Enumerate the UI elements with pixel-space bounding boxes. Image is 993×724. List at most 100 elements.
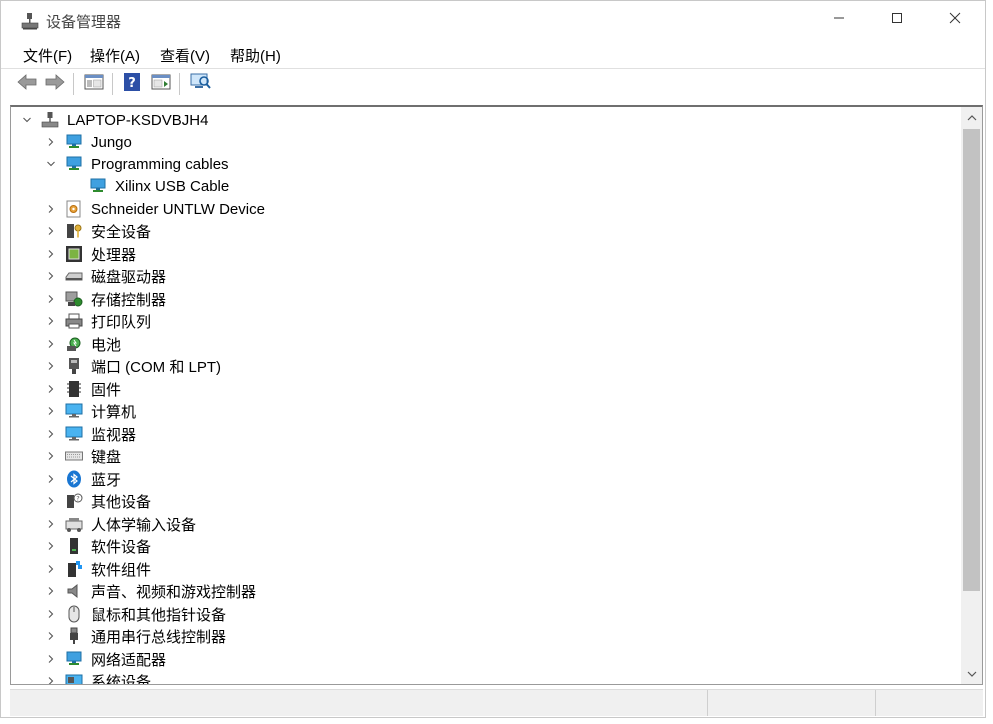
tree-item[interactable]: 安全设备 (11, 220, 951, 242)
chevron-right-icon[interactable] (45, 338, 57, 350)
chevron-right-icon[interactable] (45, 653, 57, 665)
chevron-right-icon[interactable] (45, 293, 57, 305)
chevron-right-icon[interactable] (45, 270, 57, 282)
chevron-right-icon[interactable] (45, 585, 57, 597)
menu-bar: 文件(F) 操作(A) 查看(V) 帮助(H) (1, 41, 985, 67)
help-button[interactable]: ? (120, 72, 144, 96)
firmware-chip-icon (65, 380, 83, 398)
properties-button[interactable] (149, 72, 173, 96)
tree-item[interactable]: 软件组件 (11, 558, 951, 580)
tree-item[interactable]: 系统设备 (11, 670, 951, 685)
tree-item[interactable]: 键盘 (11, 445, 951, 467)
tree-item-label: 人体学输入设备 (91, 516, 197, 534)
close-button[interactable] (926, 1, 984, 39)
title-bar[interactable]: 设备管理器 (1, 1, 985, 39)
tree-item[interactable]: 计算机 (11, 400, 951, 422)
tree-item[interactable]: Jungo (11, 131, 951, 153)
chevron-right-icon[interactable] (45, 473, 57, 485)
chevron-right-icon[interactable] (45, 248, 57, 260)
tree-item[interactable]: 打印队列 (11, 310, 951, 332)
tree-item[interactable]: Programming cables (11, 153, 951, 175)
tree-item-label: 固件 (91, 381, 122, 399)
menu-view[interactable]: 查看(V) (160, 45, 210, 66)
tree-item[interactable]: 磁盘驱动器 (11, 265, 951, 287)
scrollbar-thumb[interactable] (963, 129, 980, 591)
tree-item[interactable]: 人体学输入设备 (11, 513, 951, 535)
chevron-down-icon (967, 665, 977, 683)
menu-help[interactable]: 帮助(H) (230, 45, 281, 66)
tree-item[interactable]: 监视器 (11, 423, 951, 445)
device-manager-window: 设备管理器 文件(F) 操作(A) 查看(V) 帮助(H) ? LAPTOP-K… (0, 0, 986, 718)
computer-monitor-icon (65, 402, 83, 420)
window-title: 设备管理器 (46, 14, 122, 31)
tree-item-label: 蓝牙 (91, 471, 122, 489)
tree-item-label: 鼠标和其他指针设备 (91, 606, 227, 624)
tree-item-label: 软件组件 (91, 561, 152, 579)
menu-file[interactable]: 文件(F) (23, 45, 72, 66)
hid-device-icon (65, 515, 83, 533)
chevron-right-icon[interactable] (45, 136, 57, 148)
tree-item[interactable]: Schneider UNTLW Device (11, 198, 951, 220)
tree-item[interactable]: 蓝牙 (11, 468, 951, 490)
chevron-right-icon[interactable] (45, 405, 57, 417)
maximize-button[interactable] (868, 1, 926, 39)
tree-item[interactable]: Xilinx USB Cable (11, 175, 951, 197)
chevron-right-icon[interactable] (45, 203, 57, 215)
forward-button[interactable] (43, 72, 67, 96)
chevron-right-icon[interactable] (45, 675, 57, 684)
tree-item-label: 电池 (91, 336, 122, 354)
scan-hardware-button[interactable] (189, 72, 213, 96)
chevron-down-icon[interactable] (45, 158, 57, 170)
tree-item[interactable]: 声音、视频和游戏控制器 (11, 580, 951, 602)
chevron-up-icon (967, 109, 977, 127)
storage-controller-icon (65, 290, 83, 308)
chevron-right-icon[interactable] (45, 563, 57, 575)
tree-item-label: Schneider UNTLW Device (91, 200, 265, 218)
maximize-icon (891, 11, 903, 29)
tree-item[interactable]: ? 其他设备 (11, 490, 951, 512)
battery-icon (65, 335, 83, 353)
chevron-down-icon[interactable] (21, 114, 33, 126)
scroll-down-button[interactable] (961, 663, 982, 684)
chevron-right-icon[interactable] (45, 450, 57, 462)
tree-item[interactable]: 电池 (11, 333, 951, 355)
toolbar: ? (1, 68, 985, 99)
chevron-right-icon[interactable] (45, 540, 57, 552)
tree-item[interactable]: 网络适配器 (11, 648, 951, 670)
chevron-right-icon[interactable] (45, 518, 57, 530)
tree-item-label: 网络适配器 (91, 651, 167, 669)
mouse-icon (65, 605, 83, 623)
chevron-right-icon[interactable] (45, 225, 57, 237)
status-divider (875, 690, 876, 716)
tree-item[interactable]: 端口 (COM 和 LPT) (11, 355, 951, 377)
keyboard-icon (65, 447, 83, 465)
scroll-up-button[interactable] (961, 107, 982, 129)
printer-icon (65, 312, 83, 330)
software-device-icon (65, 537, 83, 555)
tree-item[interactable]: 处理器 (11, 243, 951, 265)
chevron-right-icon[interactable] (45, 315, 57, 327)
help-icon: ? (122, 72, 142, 97)
tree-item[interactable]: 存储控制器 (11, 288, 951, 310)
chevron-right-icon[interactable] (45, 428, 57, 440)
chevron-right-icon[interactable] (45, 360, 57, 372)
tree-item-label: Programming cables (91, 155, 229, 173)
vertical-scrollbar[interactable] (961, 107, 982, 684)
tree-item[interactable]: 通用串行总线控制器 (11, 625, 951, 647)
show-hide-console-tree-button[interactable] (82, 72, 106, 96)
chevron-right-icon[interactable] (45, 630, 57, 642)
chevron-right-icon[interactable] (45, 383, 57, 395)
tree-item[interactable]: 鼠标和其他指针设备 (11, 603, 951, 625)
tree-item[interactable]: 软件设备 (11, 535, 951, 557)
menu-action[interactable]: 操作(A) (90, 45, 140, 66)
back-button[interactable] (15, 72, 39, 96)
minimize-button[interactable] (810, 1, 868, 39)
chevron-right-icon[interactable] (45, 608, 57, 620)
tree-root[interactable]: LAPTOP-KSDVBJH4 (11, 109, 951, 131)
tree-item-label: 系统设备 (91, 673, 152, 685)
tree-item-label: 磁盘驱动器 (91, 268, 167, 286)
chevron-right-icon[interactable] (45, 495, 57, 507)
back-arrow-icon (16, 73, 38, 96)
processor-chip-icon (65, 245, 83, 263)
tree-item[interactable]: 固件 (11, 378, 951, 400)
